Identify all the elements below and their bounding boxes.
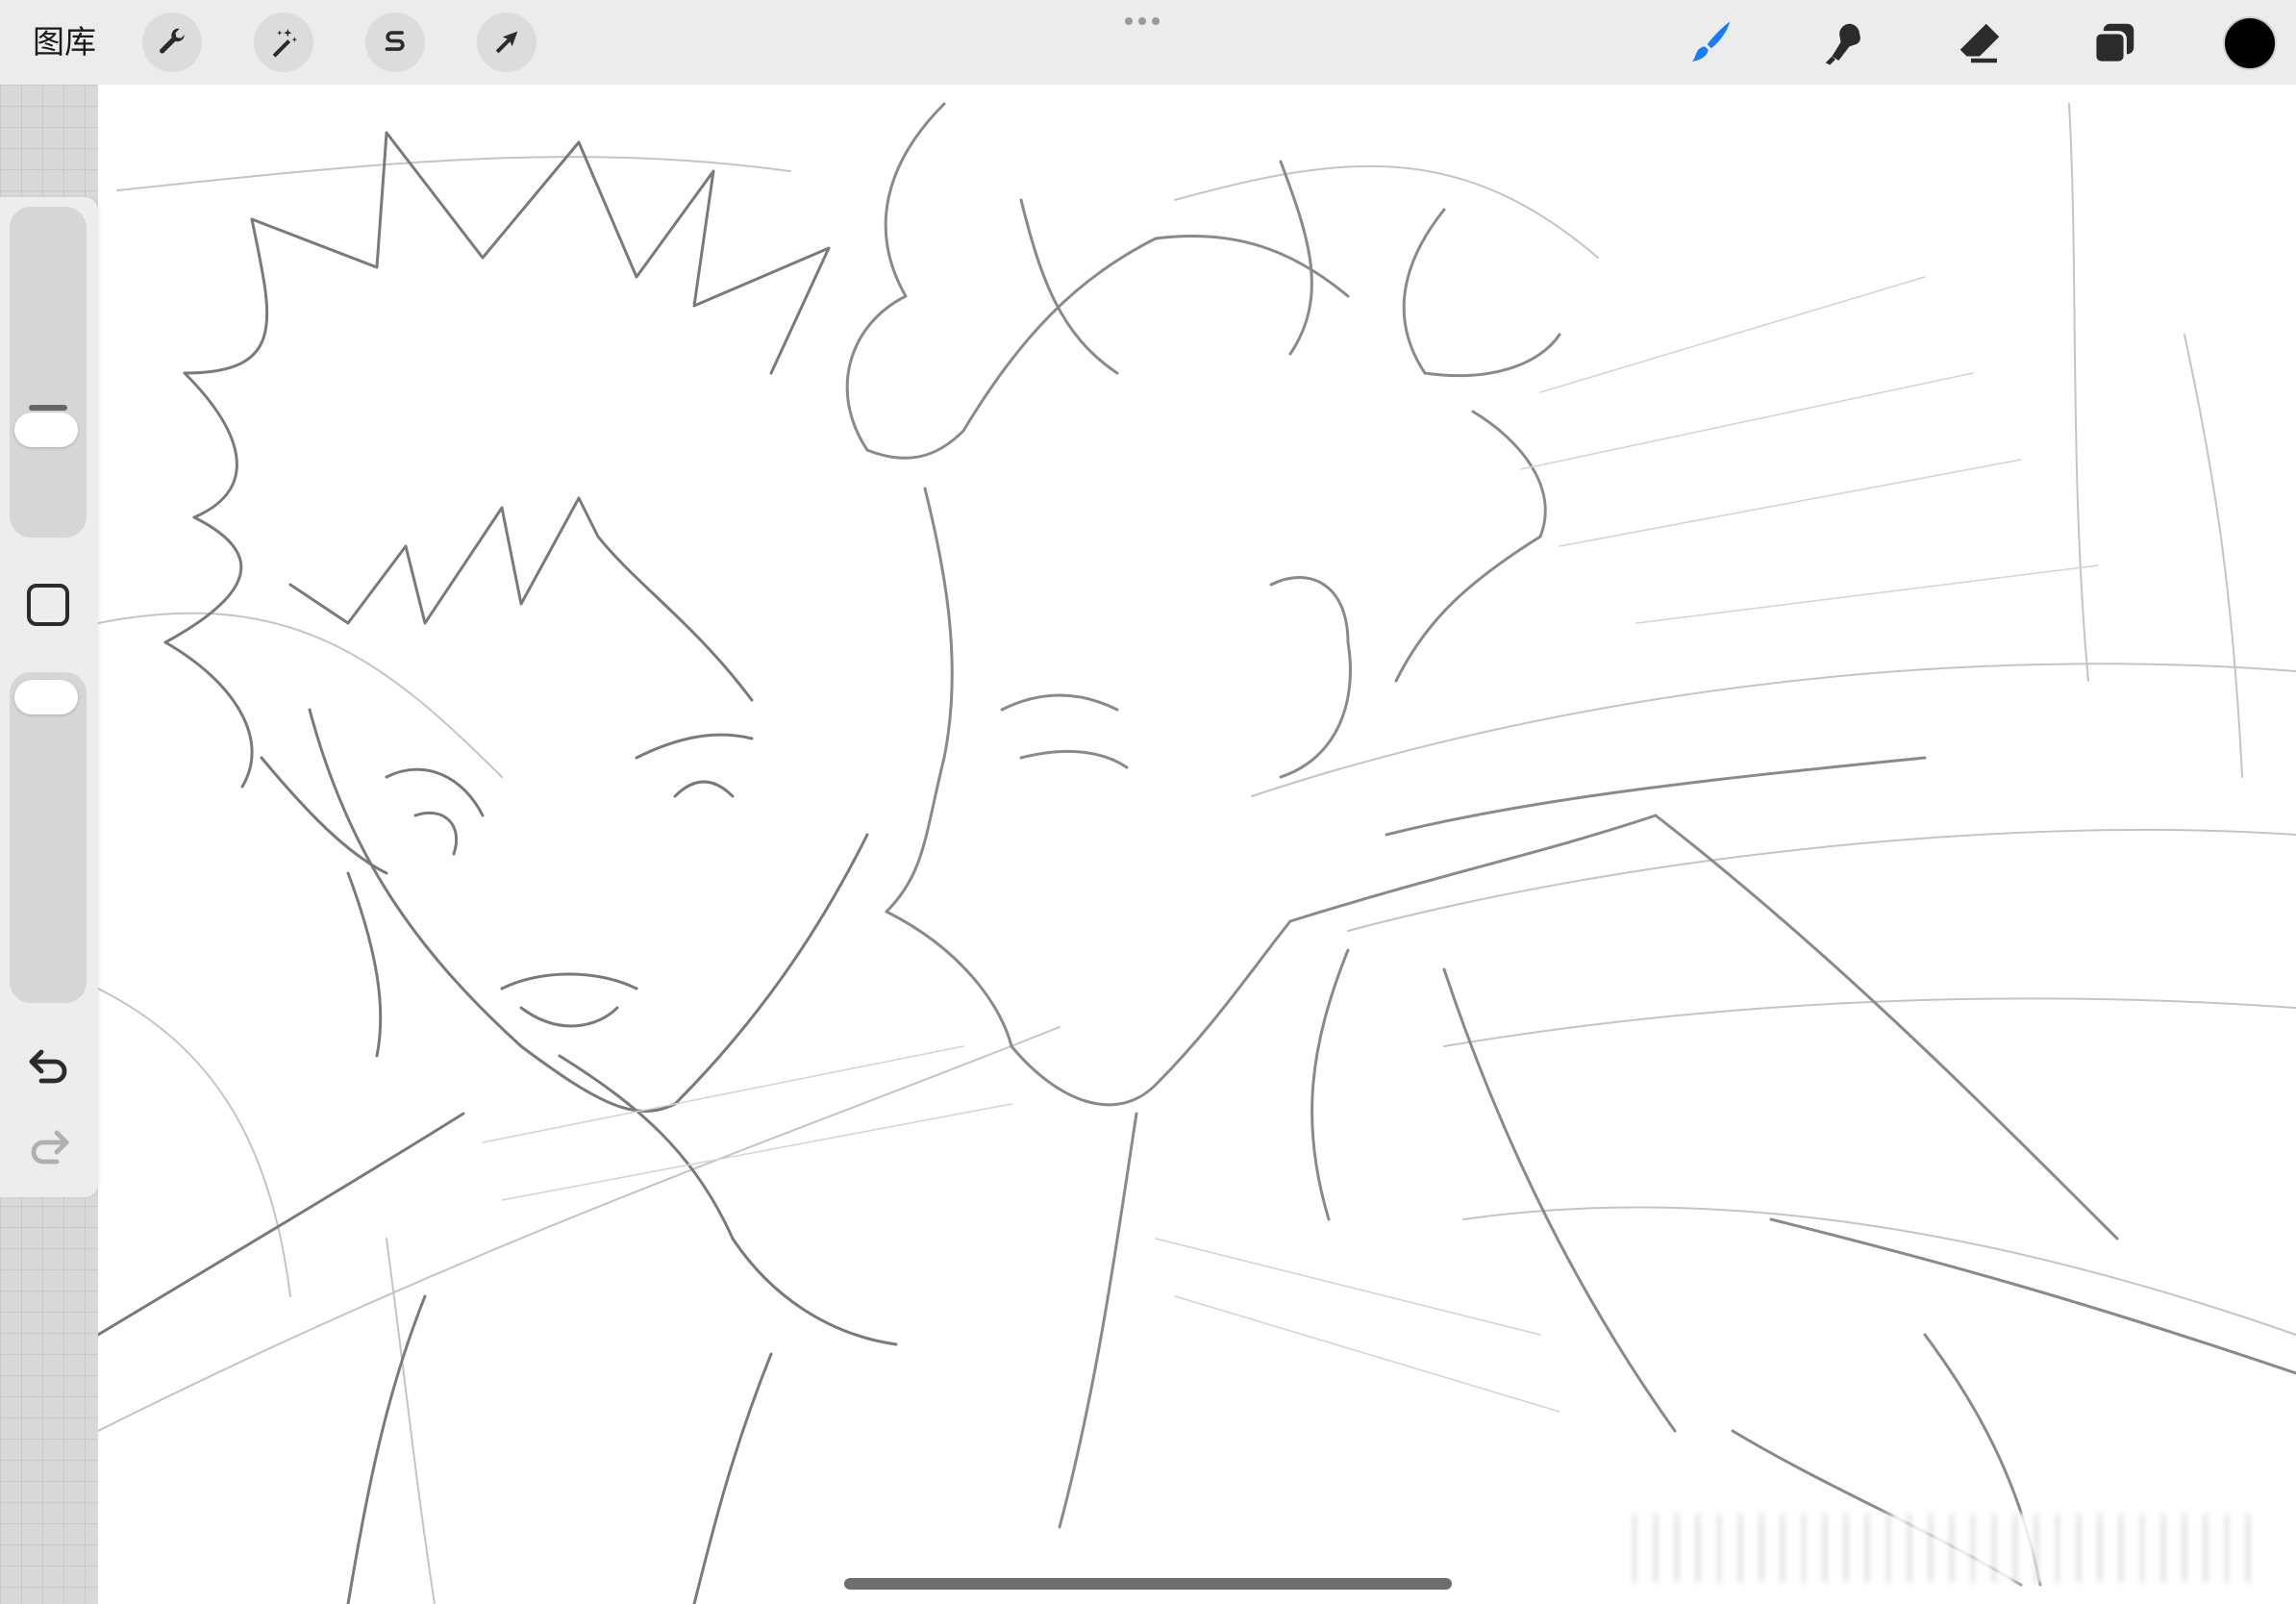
sketch-artwork: [98, 102, 2296, 1604]
size-marker: [29, 405, 67, 411]
smudge-tool-button[interactable]: [1817, 15, 1873, 71]
home-indicator[interactable]: [844, 1578, 1452, 1590]
undo-button[interactable]: [23, 1043, 75, 1088]
drawing-canvas[interactable]: [98, 85, 2296, 1604]
opacity-slider[interactable]: [10, 672, 87, 1003]
smudge-icon: [1825, 23, 1860, 65]
wrench-icon: [160, 28, 186, 54]
selection-s-icon: [385, 31, 405, 51]
eraser-tool-button[interactable]: [1952, 15, 2008, 71]
redo-icon: [31, 1130, 69, 1165]
blurred-watermark: [1615, 1514, 2252, 1583]
adjustments-button[interactable]: [254, 13, 313, 72]
transform-button[interactable]: [477, 13, 537, 72]
redo-button[interactable]: [23, 1124, 75, 1168]
opacity-thumb[interactable]: [14, 680, 78, 714]
left-sidebar: [0, 197, 98, 1197]
arrow-cursor-icon: [495, 31, 518, 54]
brush-size-slider[interactable]: [10, 207, 87, 538]
dot: [1125, 17, 1133, 25]
gallery-button[interactable]: 图库: [33, 19, 96, 65]
actions-button[interactable]: [142, 13, 202, 72]
layers-button[interactable]: [2086, 15, 2142, 71]
color-picker-button[interactable]: [2223, 16, 2277, 70]
brush-size-thumb[interactable]: [14, 413, 78, 447]
selection-button[interactable]: [365, 13, 425, 72]
top-toolbar: 图库: [0, 0, 2296, 85]
dot: [1152, 17, 1160, 25]
eraser-icon: [1959, 23, 2000, 63]
more-options-handle[interactable]: [1125, 17, 1160, 25]
magic-wand-icon: [272, 28, 298, 58]
brush-icon: [1691, 21, 1731, 63]
layers-icon: [2093, 23, 2134, 64]
modify-button[interactable]: [27, 584, 69, 626]
undo-icon: [29, 1049, 67, 1084]
dot: [1138, 17, 1146, 25]
brush-tool-button[interactable]: [1683, 15, 1738, 71]
